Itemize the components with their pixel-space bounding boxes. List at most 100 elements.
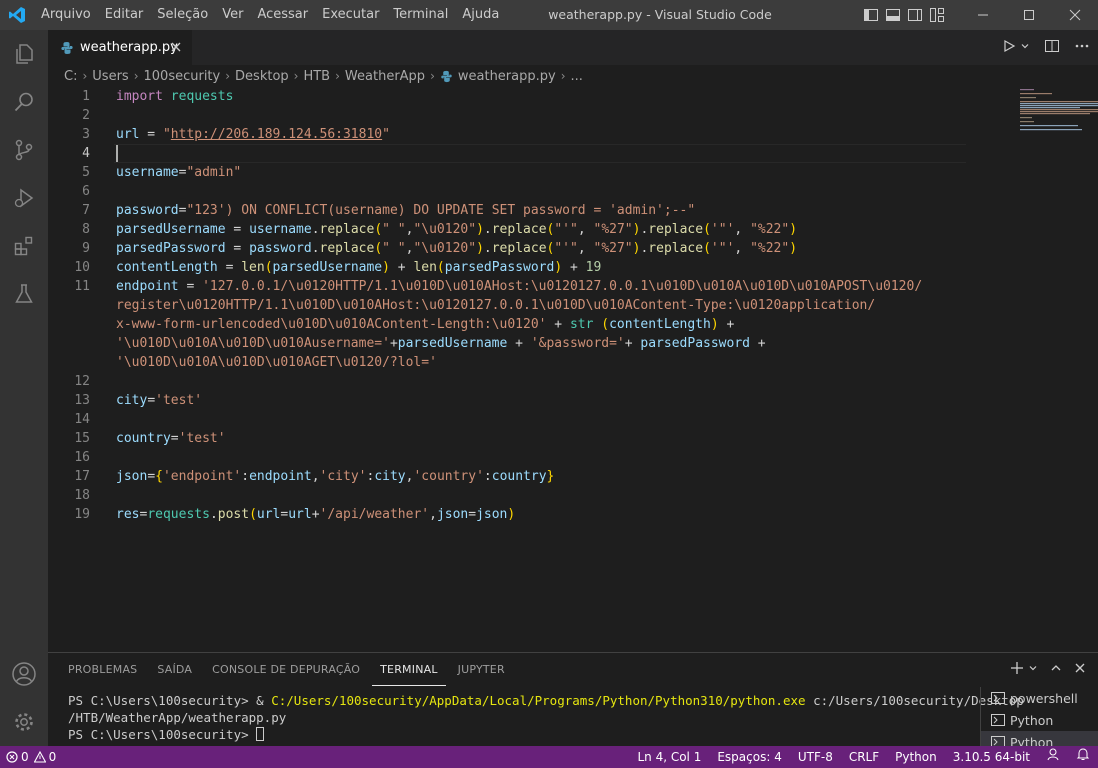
terminal-icon xyxy=(991,736,1005,746)
python-interpreter[interactable]: 3.10.5 64-bit xyxy=(945,746,1038,768)
breadcrumb-item[interactable]: Users xyxy=(92,69,128,84)
code-line: 17 json={'endpoint':endpoint,'city':city,… xyxy=(48,467,968,486)
line-number: 19 xyxy=(74,507,90,522)
code-line: register\u0120HTTP/1.1\u010D\u010AHost:\… xyxy=(116,298,876,313)
tab-jupyter[interactable]: JUPYTER xyxy=(450,653,513,686)
line-number: 5 xyxy=(82,165,90,180)
breadcrumb-symbols[interactable]: ... xyxy=(571,69,583,84)
breadcrumb-item[interactable]: HTB xyxy=(303,69,330,84)
menu-selecao[interactable]: Seleção xyxy=(150,0,215,30)
menu-executar[interactable]: Executar xyxy=(315,0,386,30)
menu-editar[interactable]: Editar xyxy=(98,0,151,30)
menu-ver[interactable]: Ver xyxy=(215,0,250,30)
testing-icon[interactable] xyxy=(0,270,48,318)
run-debug-icon[interactable] xyxy=(0,174,48,222)
terminal-output[interactable]: PS C:\Users\100security> & C:/Users/100s… xyxy=(68,692,1024,743)
menu-arquivo[interactable]: Arquivo xyxy=(34,0,98,30)
close-window-icon[interactable] xyxy=(1052,0,1098,30)
code-line: 18 xyxy=(48,486,968,505)
line-number: 17 xyxy=(74,469,90,484)
split-editor-icon[interactable] xyxy=(1044,38,1060,58)
line-number: 12 xyxy=(74,374,90,389)
breadcrumb-item[interactable]: C: xyxy=(64,69,77,84)
notifications-bell-icon[interactable] xyxy=(1068,746,1098,768)
maximize-panel-icon[interactable] xyxy=(1050,662,1062,678)
tab-debug-console[interactable]: CONSOLE DE DEPURAÇÃO xyxy=(204,653,368,686)
more-actions-icon[interactable] xyxy=(1074,38,1090,58)
toggle-panel-icon[interactable] xyxy=(884,6,902,24)
code-editor[interactable]: 1 import requests 2 3 url = "http://206.18… xyxy=(48,87,1098,652)
maximize-icon[interactable] xyxy=(1006,0,1052,30)
chevron-right-icon: › xyxy=(293,69,299,83)
line-number: 7 xyxy=(82,203,90,218)
toggle-secondary-sidebar-icon[interactable] xyxy=(906,6,924,24)
search-icon[interactable] xyxy=(0,78,48,126)
vscode-logo-icon[interactable] xyxy=(0,0,34,30)
editor-scrollbar[interactable] xyxy=(1084,87,1098,652)
breadcrumb-item[interactable]: WeatherApp xyxy=(345,69,425,84)
chevron-right-icon: › xyxy=(335,69,340,83)
chevron-down-icon[interactable] xyxy=(1020,40,1030,55)
run-python-file-icon[interactable] xyxy=(1002,39,1016,57)
chevron-down-icon[interactable] xyxy=(1028,662,1038,677)
code-line: 6 xyxy=(48,182,968,201)
breadcrumb-item[interactable]: Desktop xyxy=(235,69,289,84)
status-bar: 0 0 Ln 4, Col 1 Espaços: 4 UTF-8 CRLF Py… xyxy=(0,746,1098,768)
terminal-icon xyxy=(991,692,1005,704)
error-icon xyxy=(6,751,18,763)
tab-weatherapp-py[interactable]: weatherapp.py xyxy=(48,30,192,65)
breadcrumb-item[interactable]: 100security xyxy=(144,69,221,84)
settings-gear-icon[interactable] xyxy=(0,698,48,746)
indentation[interactable]: Espaços: 4 xyxy=(709,746,790,768)
toggle-primary-sidebar-icon[interactable] xyxy=(862,6,880,24)
tab-problems[interactable]: PROBLEMAS xyxy=(60,653,145,686)
tab-terminal[interactable]: TERMINAL xyxy=(372,653,446,686)
menu-acessar[interactable]: Acessar xyxy=(250,0,315,30)
terminal-item-python[interactable]: Python xyxy=(981,709,1098,731)
code-line: 19 res=requests.post(url=url+'/api/weathe… xyxy=(48,505,968,524)
line-number: 14 xyxy=(74,412,90,427)
breadcrumb-file[interactable]: weatherapp.py xyxy=(440,69,556,84)
extensions-icon[interactable] xyxy=(0,222,48,270)
code-line: 16 xyxy=(48,448,968,467)
end-of-line[interactable]: CRLF xyxy=(841,746,887,768)
error-count: 0 xyxy=(21,750,29,764)
encoding[interactable]: UTF-8 xyxy=(790,746,841,768)
terminal-item-python-active[interactable]: Python xyxy=(981,731,1098,746)
source-control-icon[interactable] xyxy=(0,126,48,174)
warning-icon xyxy=(33,751,46,763)
accounts-icon[interactable] xyxy=(0,650,48,698)
chevron-right-icon: › xyxy=(430,69,435,83)
python-file-icon xyxy=(61,41,73,54)
line-number: 18 xyxy=(74,488,90,503)
window-title: weatherapp.py - Visual Studio Code xyxy=(548,7,772,22)
line-number: 6 xyxy=(82,184,90,199)
problems-status[interactable]: 0 0 xyxy=(0,750,56,764)
new-terminal-icon[interactable] xyxy=(1010,661,1024,679)
tab-output[interactable]: SAÍDA xyxy=(149,653,200,686)
customize-layout-icon[interactable] xyxy=(928,6,946,24)
terminal-python-path: C:/Users/100security/AppData/Local/Progr… xyxy=(271,693,806,708)
terminal-item-label: Python xyxy=(1010,712,1054,728)
code-line: 8 parsedUsername = username.replace(" ","… xyxy=(48,220,968,239)
line-number: 2 xyxy=(82,108,90,123)
language-mode[interactable]: Python xyxy=(887,746,945,768)
explorer-icon[interactable] xyxy=(0,30,48,78)
code-line: 13 city='test' xyxy=(48,391,968,410)
code-line: 12 xyxy=(48,372,968,391)
close-icon[interactable] xyxy=(168,39,184,55)
feedback-icon[interactable] xyxy=(1038,746,1068,768)
layout-controls xyxy=(862,0,946,30)
terminal-item-powershell[interactable]: powershell xyxy=(981,687,1098,709)
close-panel-icon[interactable] xyxy=(1074,662,1086,678)
terminal-icon xyxy=(991,714,1005,726)
cursor-position[interactable]: Ln 4, Col 1 xyxy=(629,746,709,768)
warning-count: 0 xyxy=(48,750,57,764)
code-line: x-www-form-urlencoded\u010D\u010AContent… xyxy=(116,317,735,332)
terminal-prompt: PS C:\Users\100security> xyxy=(68,693,257,708)
chevron-right-icon: › xyxy=(225,69,231,83)
terminal-cmd-prefix: & xyxy=(256,693,272,708)
line-number: 10 xyxy=(74,260,90,275)
minimize-icon[interactable] xyxy=(960,0,1006,30)
menu-terminal[interactable]: Terminal xyxy=(386,0,455,30)
